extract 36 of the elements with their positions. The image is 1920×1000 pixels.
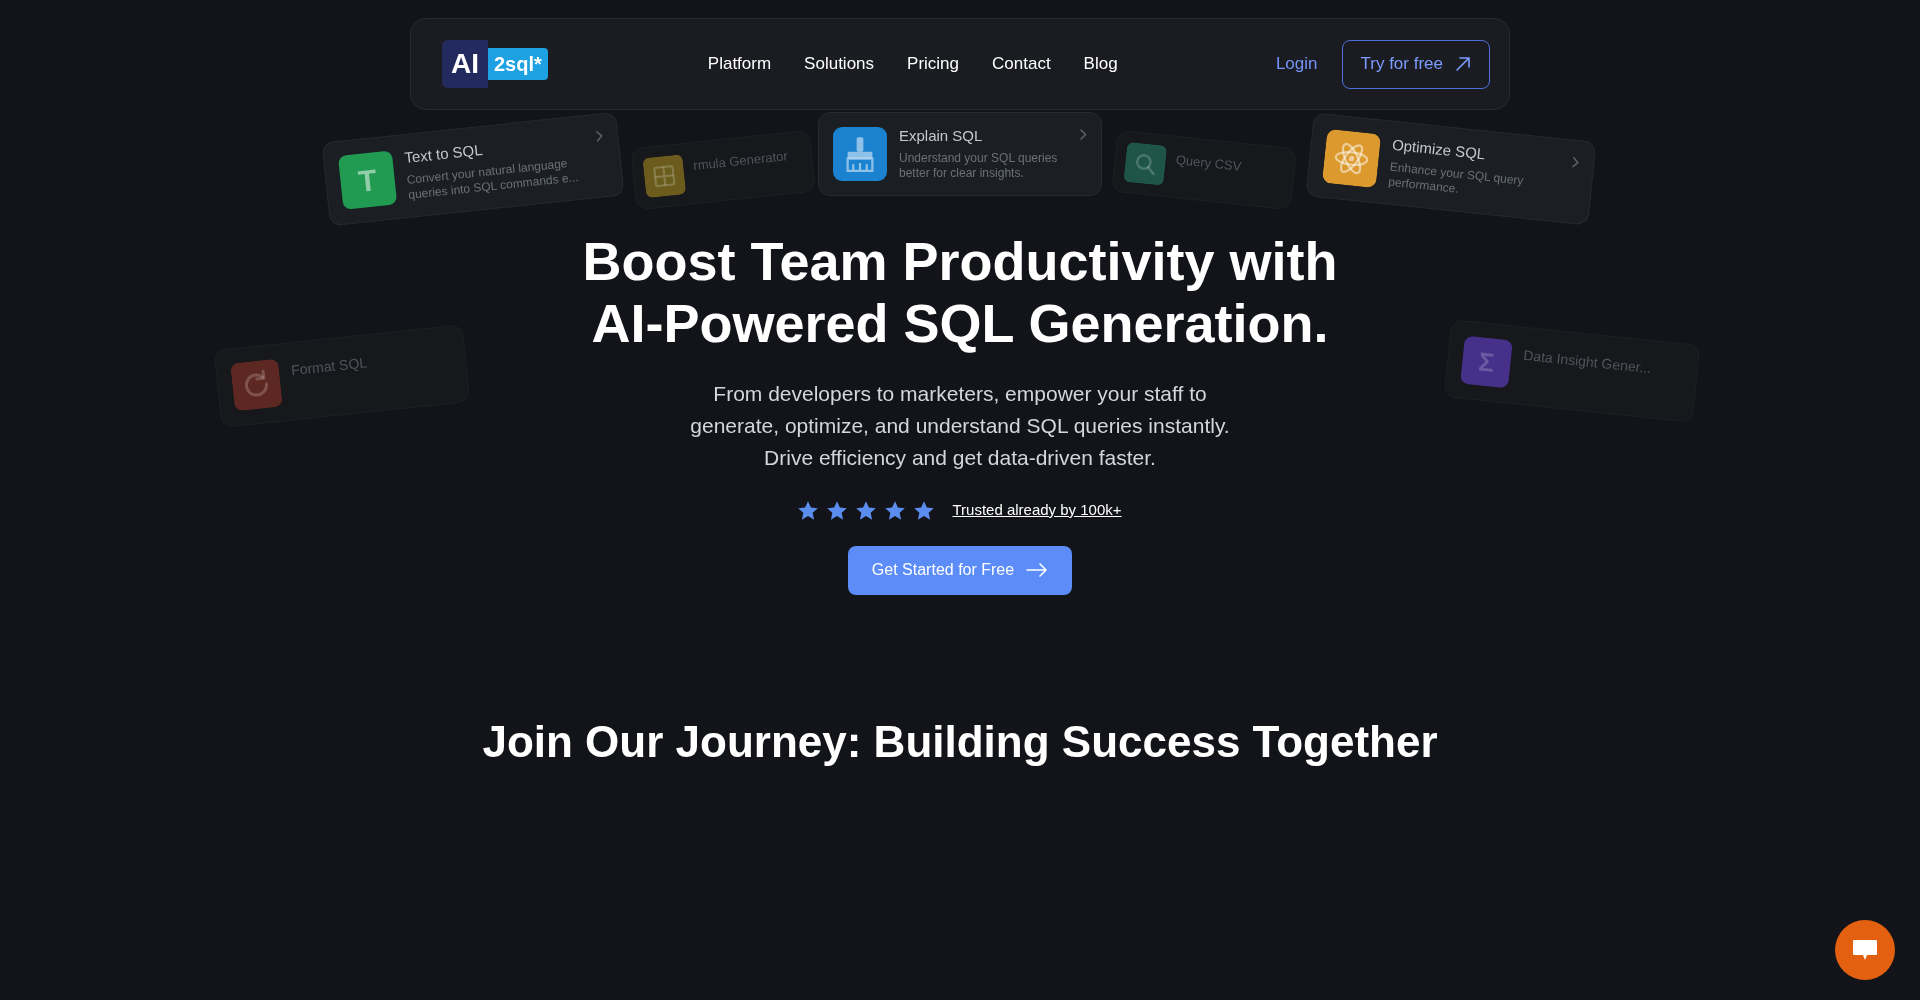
nav-link[interactable]: Solutions: [804, 51, 875, 77]
nav-link[interactable]: Blog: [1083, 51, 1118, 77]
card-title: Format SQL: [290, 353, 369, 380]
letter-icon: T: [337, 150, 398, 210]
card-title: Optimize SQL: [1391, 135, 1487, 163]
hero-heading: Boost Team Productivity with AI-Powered SQL Generation.: [581, 230, 1339, 354]
star-icon: [856, 500, 877, 520]
star-icon: [885, 500, 906, 520]
rating-caption: Trusted already by 100k+: [952, 500, 1122, 520]
feature-card[interactable]: Optimize SQL Enhance your SQL query performance.: [1305, 112, 1597, 226]
star-icon: [827, 500, 848, 520]
nav-link[interactable]: Contact: [992, 51, 1051, 77]
try-for-free-button[interactable]: Try for free: [1341, 39, 1490, 89]
arrow-up-right-icon: [1455, 56, 1471, 72]
nav-link[interactable]: Pricing: [907, 51, 959, 77]
nav-link[interactable]: Platform: [707, 51, 772, 77]
star-icon: [798, 500, 819, 520]
chat-button[interactable]: [1835, 920, 1895, 980]
hero-subheading: From developers to marketers, empower your staff to generate, optimize, and understand SQL queries instantly. Drive efficiency and get data-driven faster.: [689, 381, 1231, 471]
star-icon: [914, 500, 935, 520]
arrow-right-icon: [1026, 563, 1049, 577]
logo[interactable]: AI 2sql*: [442, 40, 548, 88]
card-title: Text to SQL: [403, 139, 484, 167]
chevron-right-icon: [595, 130, 604, 142]
card-title: Data Insight Gener...: [1522, 345, 1653, 379]
chevron-right-icon: [1080, 129, 1087, 140]
chevron-right-icon: [1571, 156, 1580, 169]
chat-bubble-icon: [1852, 939, 1878, 961]
feature-card[interactable]: T Text to SQL Convert your natural language queries into SQL commands e...: [321, 111, 625, 227]
card-title: Query CSV: [1174, 151, 1244, 176]
card-title: rmula Generator: [692, 147, 790, 175]
feature-card[interactable]: Explain SQL Understand your SQL queries better for clear insights.: [818, 112, 1102, 196]
section-heading: Join Our Journey: Building Success Together: [482, 716, 1438, 767]
card-title: Explain SQL: [899, 127, 984, 145]
login-link[interactable]: Login: [1275, 51, 1318, 77]
card-description: Understand your SQL queries better for clear insights.: [899, 151, 1059, 181]
